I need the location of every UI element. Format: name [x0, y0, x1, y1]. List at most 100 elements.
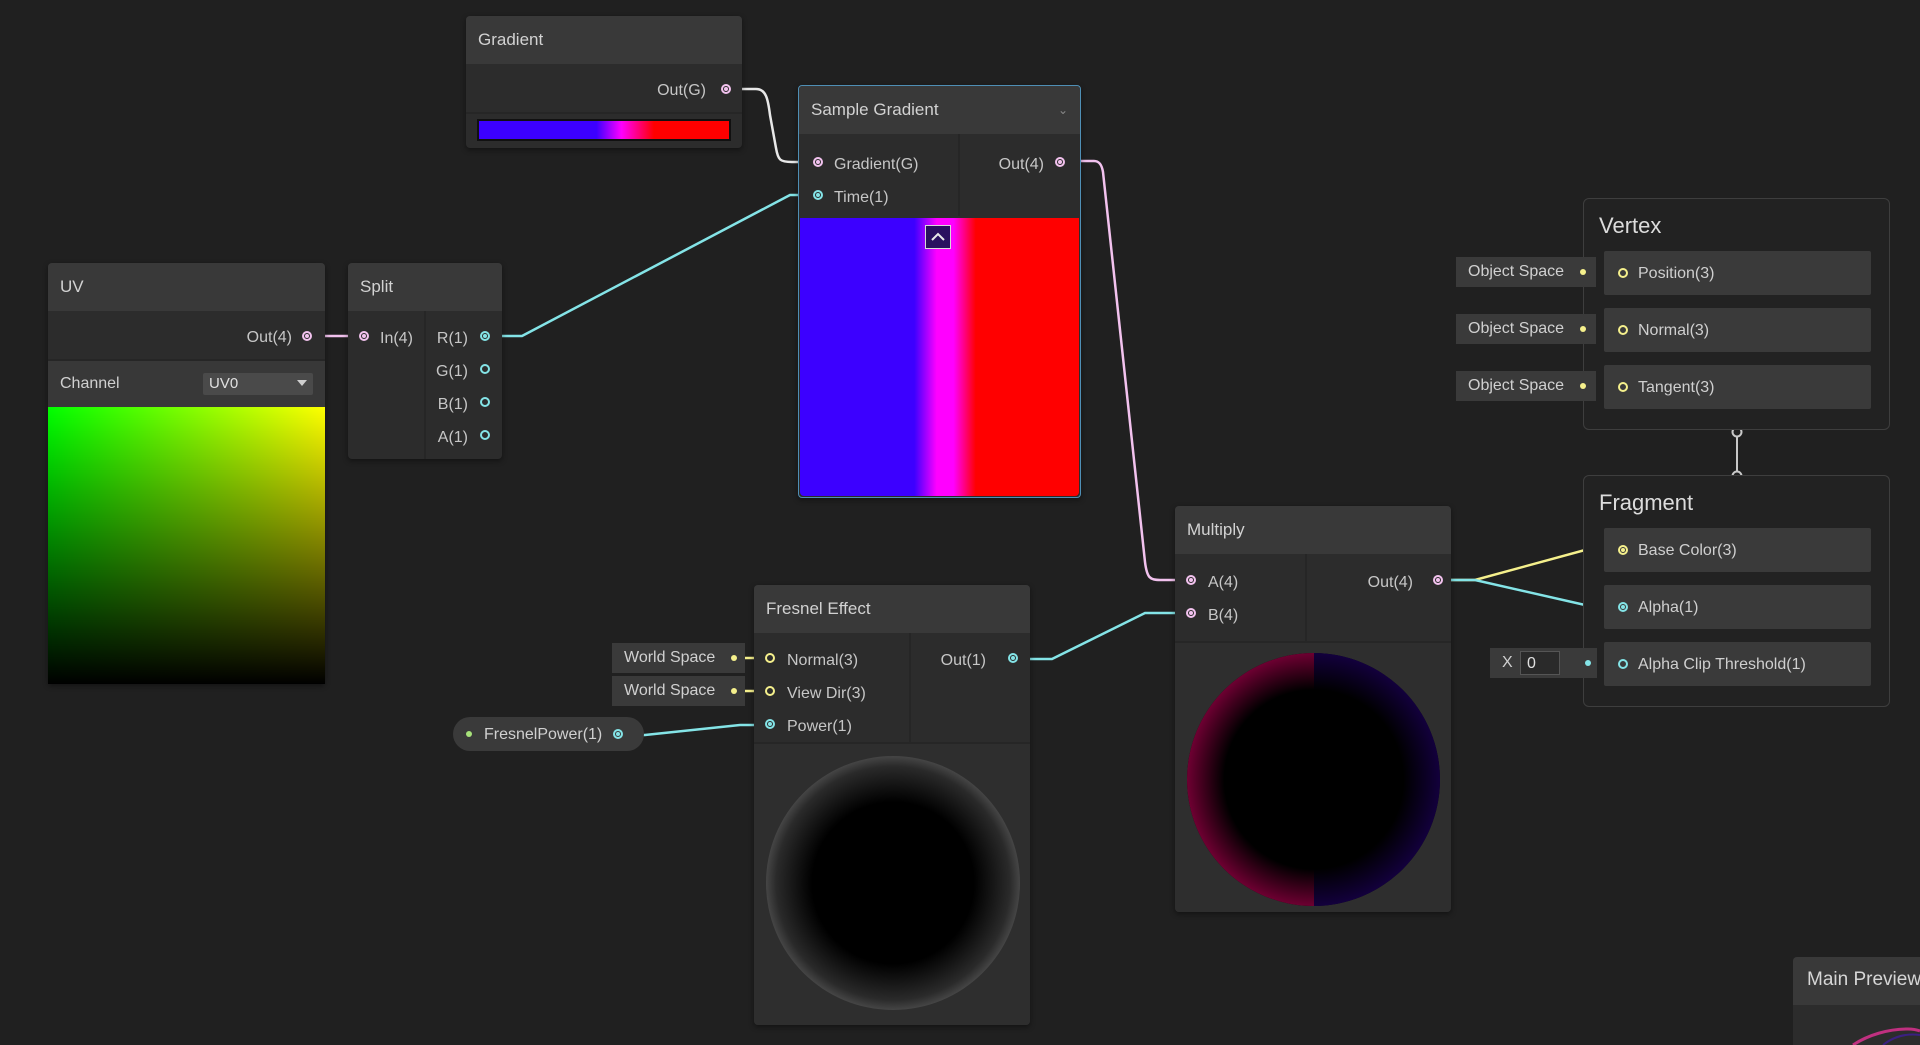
split-b-label: B(1) — [437, 396, 468, 413]
gradient-out-label: Out(G) — [657, 82, 706, 99]
multiply-a-port[interactable] — [1186, 575, 1196, 585]
dropdown-arrow-icon — [297, 380, 307, 386]
vertex-tangent-slot[interactable]: Tangent(3) — [1604, 365, 1871, 409]
gradient-node-title: Gradient — [466, 16, 742, 64]
uv-out-port[interactable] — [302, 331, 312, 341]
multiply-b-port[interactable] — [1186, 608, 1196, 618]
multiply-out-port[interactable] — [1433, 575, 1443, 585]
split-b-port[interactable] — [480, 397, 490, 407]
fresnel-out-label: Out(1) — [940, 652, 986, 669]
vertex-normal-label: Normal(3) — [1638, 322, 1710, 339]
split-r-port[interactable] — [480, 331, 490, 341]
gradient-node[interactable]: Gradient Out(G) — [466, 16, 742, 148]
vertex-normal-slot[interactable]: Normal(3) — [1604, 308, 1871, 352]
vertex-position-label: Position(3) — [1638, 265, 1715, 282]
sample-time-in-label: Time(1) — [834, 189, 889, 206]
fresnel-viewdir-space-field[interactable]: World Space — [612, 676, 745, 706]
main-preview-sphere-edge — [1852, 1027, 1920, 1045]
wire-fresnel-to-multiply — [1014, 611, 1191, 661]
main-preview-panel[interactable]: Main Preview — [1793, 957, 1920, 1045]
uv-out-label: Out(4) — [246, 329, 292, 346]
fresnel-normal-port[interactable] — [765, 653, 775, 663]
vertex-tangent-space-field[interactable]: Object Space — [1456, 371, 1596, 401]
vertex-normal-port[interactable] — [1618, 325, 1628, 335]
fragment-alpha-port[interactable] — [1618, 602, 1628, 612]
fresnel-node-title: Fresnel Effect — [754, 585, 1030, 633]
property-indicator-dot — [466, 731, 472, 737]
chevron-down-icon[interactable]: ⌄ — [1058, 86, 1068, 134]
sample-time-in-port[interactable] — [813, 190, 823, 200]
fresnel-effect-node[interactable]: Fresnel Effect Normal(3) View Dir(3) Pow… — [754, 585, 1030, 1025]
multiply-out-label: Out(4) — [1367, 574, 1413, 591]
fresnel-normal-space-field[interactable]: World Space — [612, 643, 745, 673]
fresnel-out-port[interactable] — [1008, 653, 1018, 663]
fragment-alphaclip-label: Alpha Clip Threshold(1) — [1638, 656, 1806, 673]
fresnel-normal-space-value: World Space — [624, 649, 716, 666]
multiply-preview — [1175, 643, 1451, 912]
multiply-b-label: B(4) — [1208, 607, 1239, 624]
fragment-title: Fragment — [1599, 490, 1694, 515]
chevron-up-icon[interactable] — [925, 225, 951, 249]
fragment-block[interactable]: Fragment Base Color(3) Alpha(1) Alpha Cl… — [1583, 475, 1890, 707]
fragment-alpha-slot[interactable]: Alpha(1) — [1604, 585, 1871, 629]
sample-gradient-out-label: Out(4) — [998, 156, 1044, 173]
fresnel-power-property[interactable]: FresnelPower(1) — [453, 717, 644, 751]
fresnel-power-property-port[interactable] — [613, 729, 623, 739]
fresnel-power-label: Power(1) — [787, 718, 852, 735]
vertex-normal-space-field[interactable]: Object Space — [1456, 314, 1596, 344]
uv-channel-row: Channel UV0 — [48, 361, 325, 407]
vertex-title: Vertex — [1599, 213, 1662, 238]
split-in-label: In(4) — [380, 330, 413, 347]
sample-gradient-out-port[interactable] — [1055, 157, 1065, 167]
fresnel-preview-sphere — [766, 756, 1020, 1010]
sample-gradient-title: Sample Gradient ⌄ — [799, 86, 1080, 134]
vertex-position-space-value: Object Space — [1468, 263, 1565, 280]
main-preview-title: Main Preview — [1807, 969, 1920, 990]
fragment-basecolor-label: Base Color(3) — [1638, 542, 1737, 559]
sample-gradient-title-text: Sample Gradient — [811, 100, 939, 119]
uv-node-title: UV — [48, 263, 325, 311]
split-a-port[interactable] — [480, 430, 490, 440]
split-node-title: Split — [348, 263, 502, 311]
fragment-basecolor-slot[interactable]: Base Color(3) — [1604, 528, 1871, 572]
fragment-alphaclip-slot[interactable]: Alpha Clip Threshold(1) — [1604, 642, 1871, 686]
gradient-swatch[interactable] — [477, 119, 731, 141]
vertex-position-slot[interactable]: Position(3) — [1604, 251, 1871, 295]
uv-node[interactable]: UV Out(4) Channel UV0 — [48, 263, 325, 684]
fragment-alphaclip-port[interactable] — [1618, 659, 1628, 669]
main-preview-header: Main Preview — [1793, 957, 1920, 1005]
fresnel-viewdir-port[interactable] — [765, 686, 775, 696]
sample-gradient-node[interactable]: Sample Gradient ⌄ Gradient(G) Time(1) Ou… — [798, 85, 1081, 498]
alpha-clip-input[interactable]: 0 — [1520, 651, 1560, 675]
sample-gradient-preview — [800, 218, 1079, 496]
vertex-position-port[interactable] — [1618, 268, 1628, 278]
gradient-out-port[interactable] — [721, 84, 731, 94]
sample-gradient-in-port[interactable] — [813, 157, 823, 167]
wire-split-to-time — [485, 193, 818, 338]
multiply-a-label: A(4) — [1208, 574, 1239, 591]
fresnel-viewdir-space-value: World Space — [624, 682, 716, 699]
vertex-tangent-space-value: Object Space — [1468, 377, 1565, 394]
alpha-clip-value-field[interactable]: X 0 — [1490, 648, 1597, 678]
split-g-label: G(1) — [436, 363, 468, 380]
vertex-block[interactable]: Vertex Position(3) Normal(3) Tangent(3) — [1583, 198, 1890, 430]
split-a-label: A(1) — [437, 429, 468, 446]
vertex-position-space-field[interactable]: Object Space — [1456, 257, 1596, 287]
alpha-clip-axis-label: X — [1502, 654, 1513, 671]
split-node[interactable]: Split In(4) R(1) G(1) B(1) A(1) — [348, 263, 502, 459]
multiply-node[interactable]: Multiply A(4) B(4) Out(4) — [1175, 506, 1451, 912]
split-r-label: R(1) — [436, 330, 468, 347]
vertex-normal-space-value: Object Space — [1468, 320, 1565, 337]
fresnel-power-port[interactable] — [765, 719, 775, 729]
fresnel-normal-label: Normal(3) — [787, 652, 859, 669]
fragment-basecolor-port[interactable] — [1618, 545, 1628, 555]
split-g-port[interactable] — [480, 364, 490, 374]
alpha-clip-dot — [1585, 660, 1591, 666]
fragment-alpha-label: Alpha(1) — [1638, 599, 1699, 616]
split-in-port[interactable] — [359, 331, 369, 341]
fresnel-preview — [754, 744, 1030, 1025]
vertex-tangent-port[interactable] — [1618, 382, 1628, 392]
uv-channel-label: Channel — [60, 375, 120, 392]
uv-channel-dropdown[interactable]: UV0 — [203, 373, 313, 395]
vertex-tangent-label: Tangent(3) — [1638, 379, 1715, 396]
